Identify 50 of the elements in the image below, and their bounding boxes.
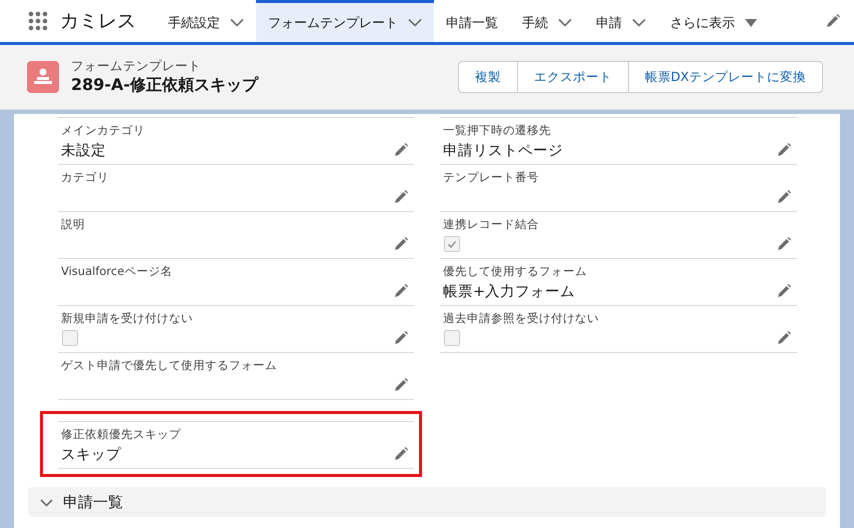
chevron-down-icon[interactable] bbox=[558, 18, 572, 27]
action-button[interactable]: 複製 bbox=[458, 61, 518, 93]
action-button[interactable]: エクスポート bbox=[516, 61, 629, 93]
app-name: カミレス bbox=[60, 9, 136, 34]
field-label: 説明 bbox=[61, 216, 86, 233]
pencil-icon[interactable] bbox=[394, 331, 408, 345]
nav-tab[interactable]: 申請 bbox=[584, 0, 658, 42]
field-label: 一覧押下時の遷移先 bbox=[443, 122, 552, 139]
field-label: ゲスト申請で優先して使用するフォーム bbox=[61, 357, 278, 374]
nav-tab[interactable]: 手続設定 bbox=[156, 0, 256, 42]
field-value: 申請リストページ bbox=[443, 142, 563, 160]
nav-tab[interactable]: フォームテンプレート bbox=[256, 0, 434, 42]
pencil-icon[interactable] bbox=[777, 284, 791, 298]
field-label: 連携レコード結合 bbox=[443, 216, 540, 233]
field-label: 新規申請を受け付けない bbox=[61, 310, 194, 327]
field-label: カテゴリ bbox=[61, 169, 110, 186]
pencil-icon[interactable] bbox=[777, 331, 791, 345]
nav-tab[interactable]: 手続 bbox=[510, 0, 584, 42]
field-label: テンプレート番号 bbox=[443, 169, 540, 186]
pencil-icon[interactable] bbox=[394, 378, 408, 392]
field-label: 過去申請参照を受け付けない bbox=[443, 310, 600, 327]
field-label: 修正依頼優先スキップ bbox=[61, 426, 182, 443]
pencil-icon[interactable] bbox=[394, 237, 408, 251]
pencil-icon[interactable] bbox=[394, 447, 408, 461]
field-label: メインカテゴリ bbox=[61, 122, 146, 139]
field-label: 優先して使用するフォーム bbox=[443, 263, 588, 280]
pencil-icon[interactable] bbox=[394, 143, 408, 157]
pencil-icon[interactable] bbox=[394, 190, 408, 204]
action-button[interactable]: 帳票DXテンプレートに変換 bbox=[628, 61, 823, 93]
field-value: 帳票+入力フォーム bbox=[443, 282, 576, 300]
pencil-icon[interactable] bbox=[777, 237, 791, 251]
pencil-icon[interactable] bbox=[826, 14, 840, 28]
chevron-down-icon[interactable] bbox=[408, 18, 422, 27]
record-title: 289-A-修正依頼スキップ bbox=[71, 75, 258, 96]
field-value: スキップ bbox=[61, 446, 121, 464]
dropdown-triangle-icon[interactable] bbox=[745, 18, 757, 26]
field-label: Visualforceページ名 bbox=[61, 263, 174, 280]
nav-tab[interactable]: さらに表示 bbox=[658, 0, 769, 42]
section-header[interactable]: 申請一覧 bbox=[28, 487, 826, 517]
field-value: 未設定 bbox=[61, 142, 106, 160]
app-launcher-icon[interactable] bbox=[28, 11, 48, 31]
object-type: フォームテンプレート bbox=[71, 58, 202, 75]
section-title: 申請一覧 bbox=[63, 492, 123, 512]
pencil-icon[interactable] bbox=[394, 284, 408, 298]
nav-tab[interactable]: 申請一覧 bbox=[434, 0, 510, 42]
pencil-icon[interactable] bbox=[777, 190, 791, 204]
pencil-icon[interactable] bbox=[777, 143, 791, 157]
chevron-down-icon[interactable] bbox=[230, 18, 244, 27]
form-template-icon bbox=[27, 61, 59, 93]
chevron-down-icon[interactable] bbox=[632, 18, 646, 27]
